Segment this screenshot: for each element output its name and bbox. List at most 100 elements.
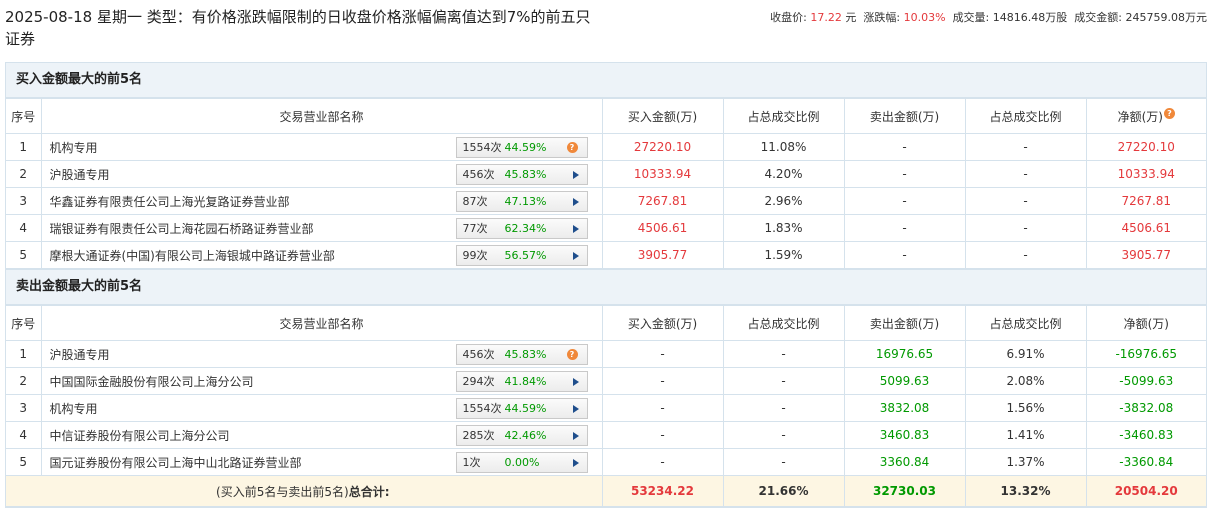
broker-count: 99次 [462, 249, 488, 262]
sell-amount: 3460.83 [843, 421, 966, 449]
table-row: 4 瑞银证券有限责任公司上海花园石桥路证券营业部 77次 62.34% 4506.61 1… [6, 214, 1206, 242]
row-index: 4 [6, 214, 42, 242]
row-index: 4 [6, 421, 42, 449]
row-index: 5 [6, 241, 42, 269]
sell-amount: 16976.65 [843, 340, 966, 368]
help-icon[interactable]: ? [1163, 107, 1175, 119]
buy-ratio: 4.20% [722, 160, 845, 188]
broker-stats-button[interactable]: 77次 62.34% [455, 218, 588, 239]
broker-name[interactable]: 机构专用 [50, 141, 98, 155]
amount-value: 245759.08万元 [1125, 11, 1208, 24]
total-label: (买入前5名与卖出前5名)总合计: [6, 475, 603, 507]
buy-amount: 27220.10 [601, 133, 724, 161]
table-row: 3 机构专用 1554次 44.59% - -3832.08 1.56% -3832.08 [6, 394, 1206, 422]
broker-stats-button[interactable]: 456次 45.83%? [455, 344, 588, 365]
broker-rate: 62.34% [504, 222, 547, 235]
broker-stats-button[interactable]: 1次 0.00% [455, 452, 588, 473]
sell-amount: - [843, 214, 966, 242]
sell-ratio: 1.37% [964, 448, 1087, 476]
sell-amount: - [843, 241, 966, 269]
broker-name[interactable]: 国元证券股份有限公司上海中山北路证券营业部 [50, 456, 302, 470]
total-sell-pct: 13.32% [964, 475, 1087, 507]
broker-name[interactable]: 沪股通专用 [50, 348, 110, 362]
buy-amount: 10333.94 [601, 160, 724, 188]
broker-cell: 瑞银证券有限责任公司上海花园石桥路证券营业部 77次 62.34% [40, 214, 603, 242]
col-header: 交易营业部名称 [40, 98, 603, 134]
broker-count: 77次 [462, 222, 488, 235]
col-header: 买入金额(万) [601, 98, 724, 134]
arrow-right-icon[interactable] [572, 198, 579, 206]
change-value: 10.03% [903, 11, 946, 24]
buy-table: 序号 交易营业部名称 买入金额(万) 占总成交比例 卖出金额(万) 占总成交比例… [6, 98, 1206, 269]
sell-ratio: 1.41% [964, 421, 1087, 449]
buy-ratio: - [722, 448, 845, 476]
col-header: 卖出金额(万) [843, 98, 966, 134]
change-label: 涨跌幅: [863, 11, 901, 24]
broker-count: 1554次 [462, 141, 502, 154]
net-amount: -16976.65 [1085, 340, 1206, 368]
broker-stats-button[interactable]: 99次 56.57% [455, 245, 588, 266]
broker-stats-button[interactable]: 285次 42.46% [455, 425, 588, 446]
broker-name[interactable]: 中信证券股份有限公司上海分公司 [50, 429, 230, 443]
buy-section-title: 买入金额最大的前5名 [6, 63, 1206, 98]
buy-table-header: 序号 交易营业部名称 买入金额(万) 占总成交比例 卖出金额(万) 占总成交比例… [6, 98, 1206, 134]
sell-section-title: 卖出金额最大的前5名 [6, 269, 1206, 305]
help-icon[interactable]: ? [566, 142, 578, 153]
broker-cell: 摩根大通证券(中国)有限公司上海银城中路证券营业部 99次 56.57% [40, 241, 603, 269]
row-index: 1 [6, 133, 42, 161]
table-row: 2 中国国际金融股份有限公司上海分公司 294次 41.84% - -5099.63 2.0… [6, 367, 1206, 395]
total-sell: 32730.03 [843, 475, 966, 507]
broker-name[interactable]: 沪股通专用 [50, 168, 110, 182]
broker-name[interactable]: 瑞银证券有限责任公司上海花园石桥路证券营业部 [50, 222, 314, 236]
broker-stats-button[interactable]: 1554次 44.59%? [455, 137, 588, 158]
broker-stats-button[interactable]: 456次 45.83% [455, 164, 588, 185]
total-buy-pct: 21.66% [722, 475, 845, 507]
row-index: 1 [6, 340, 42, 368]
broker-rate: 44.59% [504, 402, 547, 415]
buy-ratio: - [722, 421, 845, 449]
close-label: 收盘价: [770, 11, 807, 24]
net-amount: 10333.94 [1085, 160, 1206, 188]
broker-stats-button[interactable]: 87次 47.13% [455, 191, 588, 212]
broker-cell: 沪股通专用 456次 45.83% [40, 160, 603, 188]
table-row: 2 沪股通专用 456次 45.83% 10333.94 4.20% - -10333.94 [6, 160, 1206, 188]
sell-amount: - [843, 133, 966, 161]
broker-name[interactable]: 摩根大通证券(中国)有限公司上海银城中路证券营业部 [50, 249, 335, 263]
buy-amount: - [601, 340, 724, 368]
sell-table: 序号 交易营业部名称 买入金额(万) 占总成交比例 卖出金额(万) 占总成交比例… [6, 305, 1206, 507]
arrow-right-icon[interactable] [572, 432, 579, 440]
arrow-right-icon[interactable] [572, 378, 579, 386]
buy-amount: - [601, 394, 724, 422]
sell-amount: - [843, 187, 966, 215]
arrow-right-icon[interactable] [572, 252, 579, 260]
arrow-right-icon[interactable] [572, 171, 579, 179]
help-icon[interactable]: ? [566, 349, 578, 360]
sell-table-header: 序号 交易营业部名称 买入金额(万) 占总成交比例 卖出金额(万) 占总成交比例… [6, 305, 1206, 341]
arrow-right-icon[interactable] [572, 225, 579, 233]
buy-amount: - [601, 448, 724, 476]
arrow-right-icon[interactable] [572, 405, 579, 413]
buy-amount: - [601, 367, 724, 395]
sell-ratio: - [964, 214, 1087, 242]
arrow-right-icon[interactable] [572, 459, 579, 467]
sell-ratio: 2.08% [964, 367, 1087, 395]
net-amount: 4506.61 [1085, 214, 1206, 242]
buy-ratio: 1.59% [722, 241, 845, 269]
buy-ratio: - [722, 394, 845, 422]
row-index: 2 [6, 367, 42, 395]
broker-stats-button[interactable]: 1554次 44.59% [455, 398, 588, 419]
buy-ratio: - [722, 340, 845, 368]
broker-name[interactable]: 华鑫证券有限责任公司上海光复路证券营业部 [50, 195, 290, 209]
quote-summary: 收盘价: 17.22 元 涨跌幅: 10.03% 成交量: 14816.48万股… [770, 9, 1207, 25]
broker-rate: 56.57% [504, 249, 547, 262]
table-row: 4 中信证券股份有限公司上海分公司 285次 42.46% - -3460.83 1.41%… [6, 421, 1206, 449]
col-header: 净额(万) [1085, 305, 1206, 341]
net-amount: 7267.81 [1085, 187, 1206, 215]
broker-stats-button[interactable]: 294次 41.84% [455, 371, 588, 392]
broker-name[interactable]: 机构专用 [50, 402, 98, 416]
sell-amount: 3832.08 [843, 394, 966, 422]
close-unit: 元 [845, 11, 857, 24]
broker-name[interactable]: 中国国际金融股份有限公司上海分公司 [50, 375, 254, 389]
broker-count: 456次 [462, 348, 495, 361]
broker-rate: 42.46% [504, 429, 547, 442]
